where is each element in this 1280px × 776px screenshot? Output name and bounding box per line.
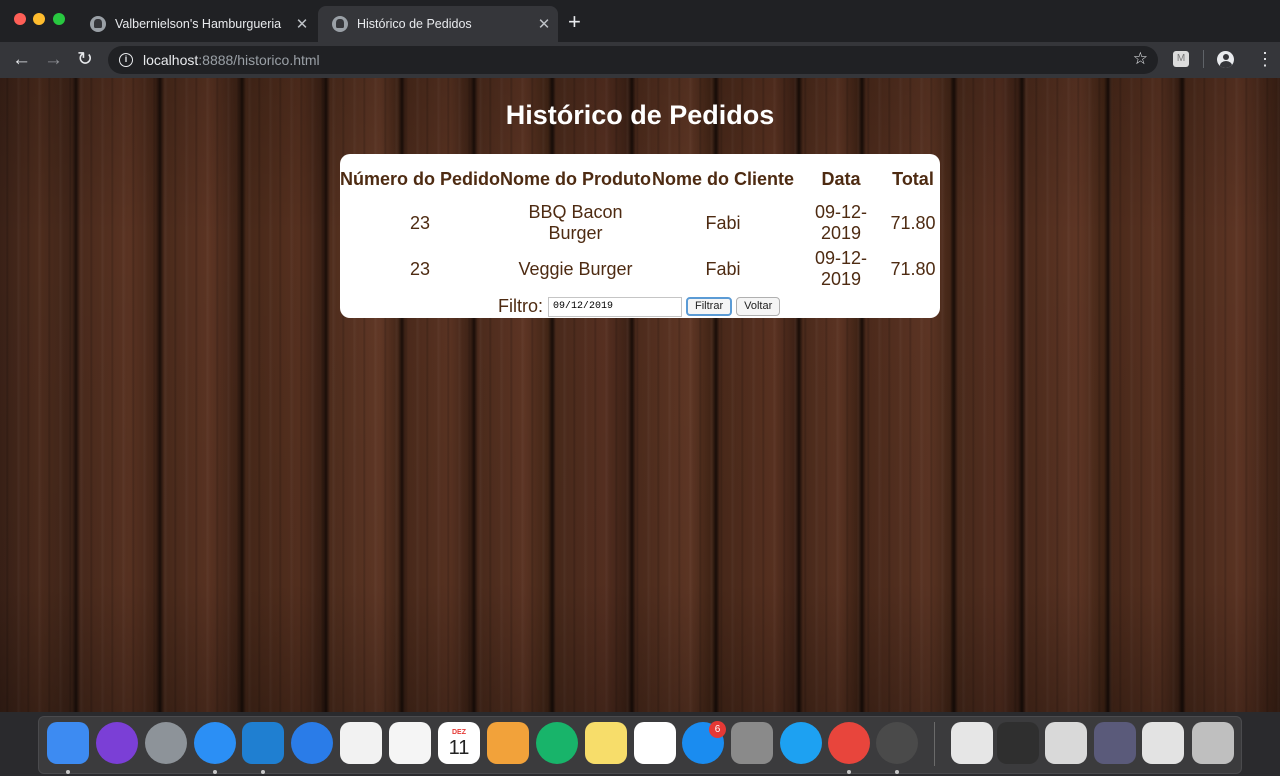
forward-arrow-icon[interactable]: →: [44, 49, 63, 71]
tab-title: Histórico de Pedidos: [357, 17, 472, 31]
mamp-icon[interactable]: [876, 722, 918, 764]
document-stack-icon[interactable]: [951, 722, 993, 764]
minimize-window-button[interactable]: [33, 13, 45, 25]
cell-product-name: BBQ Bacon Burger: [528, 202, 623, 243]
reload-icon[interactable]: ↻: [77, 49, 93, 71]
running-indicator: [261, 770, 265, 774]
zoom-window-button[interactable]: [53, 13, 65, 25]
finder-icon[interactable]: [47, 722, 89, 764]
close-window-button[interactable]: [14, 13, 26, 25]
cell-customer-name: Fabi: [705, 258, 741, 279]
date-filter-input[interactable]: [548, 296, 682, 317]
orders-table: Número do Pedido Nome do Produto Nome do…: [340, 158, 939, 292]
music-icon[interactable]: [340, 722, 382, 764]
tab-historico[interactable]: Histórico de Pedidos ✕: [318, 6, 558, 42]
pages-icon[interactable]: [487, 722, 529, 764]
mamp-elephant-icon: [332, 16, 348, 32]
running-indicator: [66, 770, 70, 774]
running-indicator: [213, 770, 217, 774]
col-total: Total: [892, 168, 934, 189]
site-info-icon[interactable]: i: [119, 53, 133, 67]
chrome-icon[interactable]: [828, 722, 870, 764]
spark-icon[interactable]: [291, 722, 333, 764]
col-customer-name: Nome do Cliente: [651, 168, 794, 189]
running-indicator: [895, 770, 899, 774]
filter-button[interactable]: Filtrar: [686, 297, 733, 316]
back-button[interactable]: Voltar: [736, 297, 781, 316]
url-path: :8888/historico.html: [198, 52, 320, 68]
table-row: 23 BBQ Bacon Burger Fabi 09-12-2019 71.8…: [340, 200, 939, 246]
filter-label: Filtro:: [498, 296, 543, 316]
close-tab-icon[interactable]: ✕: [288, 15, 316, 33]
cell-date: 09-12-2019: [814, 248, 868, 289]
close-tab-icon[interactable]: ✕: [530, 15, 558, 33]
screenshot-2-icon[interactable]: [1045, 722, 1087, 764]
profile-avatar-icon[interactable]: [1217, 51, 1234, 68]
address-bar[interactable]: i localhost:8888/historico.html ☆: [108, 46, 1158, 74]
vscode-icon[interactable]: [242, 722, 284, 764]
trash-icon[interactable]: [1192, 722, 1234, 764]
app-store-badge: 6: [709, 721, 726, 738]
page-title: Histórico de Pedidos: [505, 100, 775, 130]
browser-toolbar: ← → ↻ i localhost:8888/historico.html ☆: [0, 42, 1280, 78]
running-indicator: [847, 770, 851, 774]
new-tab-button[interactable]: +: [568, 11, 581, 33]
reminders-icon[interactable]: [634, 722, 676, 764]
siri-icon[interactable]: [96, 722, 138, 764]
filter-row: Filtro: Filtrar Voltar: [498, 296, 781, 317]
cell-total: 71.80: [890, 212, 936, 233]
orders-card: Número do Pedido Nome do Produto Nome do…: [340, 154, 940, 318]
safari-icon[interactable]: [194, 722, 236, 764]
col-product-name: Nome do Produto: [500, 168, 651, 189]
table-header-row: Número do Pedido Nome do Produto Nome do…: [340, 158, 939, 200]
cell-order-number: 23: [409, 258, 431, 279]
more-menu-icon[interactable]: ⋮: [1256, 49, 1274, 69]
system-preferences-icon[interactable]: [731, 722, 773, 764]
cell-customer-name: Fabi: [705, 212, 741, 233]
toolbar-divider: [1203, 50, 1204, 68]
screenshot-4-icon[interactable]: [1142, 722, 1184, 764]
calendar-icon[interactable]: DEZ 11: [438, 722, 480, 764]
bookmark-star-icon[interactable]: ☆: [1133, 49, 1148, 69]
tab-hamburgueria[interactable]: Valbernielson's Hamburgueria ✕: [76, 6, 316, 42]
calendar-month: DEZ: [452, 728, 466, 736]
twitter-icon[interactable]: [780, 722, 822, 764]
direct-mail-icon[interactable]: [536, 722, 578, 764]
cell-total: 71.80: [890, 258, 936, 279]
url-text: localhost:8888/historico.html: [143, 52, 320, 68]
photos-icon[interactable]: [389, 722, 431, 764]
screenshot-1-icon[interactable]: [997, 722, 1039, 764]
tab-title: Valbernielson's Hamburgueria: [115, 17, 282, 31]
extension-icon[interactable]: M: [1173, 51, 1189, 67]
notes-icon[interactable]: [585, 722, 627, 764]
cell-date: 09-12-2019: [814, 202, 868, 243]
screenshot-3-icon[interactable]: [1094, 722, 1136, 764]
calendar-day: 11: [448, 736, 470, 759]
launchpad-icon[interactable]: [145, 722, 187, 764]
cell-product-name: Veggie Burger: [518, 258, 633, 279]
page-viewport: Histórico de Pedidos Número do Pedido No…: [0, 78, 1280, 712]
tab-strip: Valbernielson's Hamburgueria ✕ Histórico…: [0, 0, 1280, 42]
col-date: Data: [821, 168, 861, 189]
col-order-number: Número do Pedido: [340, 168, 501, 189]
mamp-elephant-icon: [90, 16, 106, 32]
dock-separator: [934, 722, 935, 766]
cell-order-number: 23: [409, 212, 431, 233]
url-host: localhost: [143, 52, 199, 68]
back-arrow-icon[interactable]: ←: [12, 49, 31, 71]
table-row: 23 Veggie Burger Fabi 09-12-2019 71.80: [340, 246, 939, 292]
